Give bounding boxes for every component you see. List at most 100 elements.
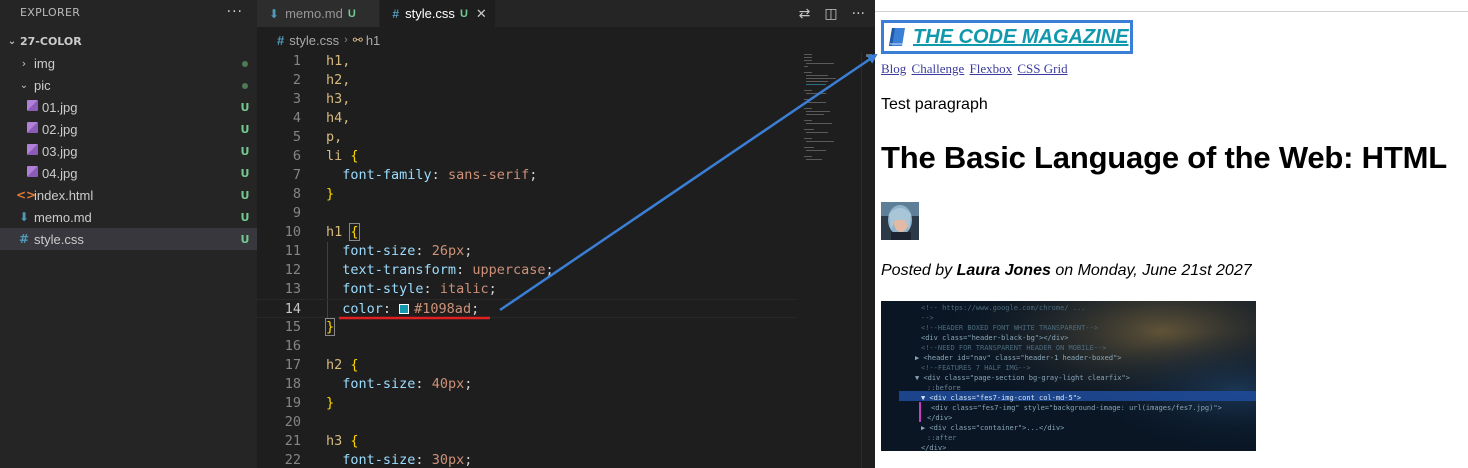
line-number: 4 (292, 110, 301, 126)
tree-item-01-jpg[interactable]: 01.jpg U (0, 96, 257, 118)
explorer-title: EXPLORER (20, 5, 81, 19)
nav-link-css-grid[interactable]: CSS Grid (1017, 61, 1067, 76)
tree-item-style-css[interactable]: # style.css U (0, 228, 257, 250)
markdown-icon: ⬇ (269, 6, 280, 21)
tree-item-index-html[interactable]: <> index.html U (0, 184, 257, 206)
more-actions-icon[interactable]: ··· (852, 6, 865, 22)
code-line: 9 (257, 204, 797, 223)
chevron-down-icon: ⌄ (19, 79, 29, 91)
tree-item-memo-md[interactable]: ⬇ memo.md U (0, 206, 257, 228)
selector: li (326, 148, 343, 164)
line-number: 8 (292, 186, 301, 202)
post-title: The Basic Language of the Web: HTML (881, 140, 1447, 175)
chevron-down-icon: ⌄ (7, 35, 17, 47)
tab-memo-md[interactable]: ⬇ memo.md U × (257, 0, 381, 27)
untracked-badge: U (240, 100, 250, 114)
selector: h1 (326, 224, 343, 240)
code-line: 1 h1, (257, 52, 797, 71)
code-line: 11 font-size: 26px; (257, 242, 797, 261)
posted-prefix: Posted by (881, 262, 957, 279)
code-area[interactable]: 1 h1, 2 h2, 3 h3, 4 h4, 5 p, 6 li { 7 font-fam… (257, 52, 797, 468)
nav-links: Blog Challenge Flexbox CSS Grid (881, 61, 1070, 77)
nav-link-challenge[interactable]: Challenge (912, 61, 965, 76)
scroll-position-marker (866, 54, 872, 57)
property: text-transform (342, 262, 457, 278)
test-paragraph: Test paragraph (881, 96, 988, 113)
post-date: on Monday, June 21st 2027 (1050, 262, 1252, 279)
untracked-badge: U (347, 7, 356, 20)
nav-link-flexbox[interactable]: Flexbox (970, 61, 1013, 76)
tab-style-css[interactable]: # style.css U ✕ (380, 0, 496, 27)
code-line: 17 h2 { (257, 356, 797, 375)
line-number: 7 (292, 167, 301, 183)
tree-item-03-jpg[interactable]: 03.jpg U (0, 140, 257, 162)
divider (875, 11, 1468, 12)
untracked-badge: U (240, 166, 250, 180)
code-line: 19} (257, 394, 797, 413)
breadcrumb-file[interactable]: style.css (289, 33, 339, 48)
book-icon (889, 28, 905, 46)
workspace-folder[interactable]: ⌄ 27-COLOR (0, 30, 257, 52)
chevron-right-icon: › (21, 56, 27, 70)
logo-highlight-box: The Code Magazine (881, 20, 1133, 54)
symbol-class-icon: ⚯ (352, 33, 363, 47)
tree-item-label: 01.jpg (42, 99, 78, 115)
editor-tab-bar: ⬇ memo.md U × # style.css U ✕ (257, 0, 875, 27)
line-number: 14 (284, 301, 301, 317)
close-brace: } (324, 318, 336, 336)
post-image: <!-- https://www.google.com/chrome/ ... … (881, 301, 1256, 451)
line-number: 13 (284, 281, 301, 297)
split-editor-icon[interactable]: ◫ (824, 6, 837, 22)
browser-preview: The Code Magazine Blog Challenge Flexbox… (875, 0, 1468, 468)
author-name: Laura Jones (956, 262, 1051, 279)
code-line: 18 font-size: 40px; (257, 375, 797, 394)
chevron-right-icon: › (344, 34, 348, 46)
line-number: 11 (284, 243, 301, 259)
code-line: 10 h1 { (257, 223, 797, 242)
tab-label: style.css (405, 6, 455, 21)
line-number: 5 (292, 129, 301, 145)
line-number: 20 (284, 414, 301, 430)
explorer-header: EXPLORER ··· (0, 0, 257, 24)
page-logo-title[interactable]: The Code Magazine (913, 26, 1129, 49)
untracked-badge: U (240, 122, 250, 136)
tree-item-02-jpg[interactable]: 02.jpg U (0, 118, 257, 140)
tree-item-label: memo.md (34, 209, 92, 225)
tree-item-04-jpg[interactable]: 04.jpg U (0, 162, 257, 184)
close-icon[interactable]: ✕ (476, 6, 487, 22)
tree-item-label: pic (34, 77, 51, 93)
code-line: 22 font-size: 30px; (257, 451, 797, 468)
value: 30px (431, 452, 465, 468)
editor-scrollbar[interactable] (861, 52, 875, 468)
more-actions-icon[interactable]: ··· (227, 5, 243, 19)
property: font-style (342, 281, 424, 297)
code-line: 8} (257, 185, 797, 204)
image-file-icon (24, 100, 40, 114)
untracked-badge: U (240, 232, 250, 246)
line-number: 10 (284, 224, 301, 240)
code-line: 20 (257, 413, 797, 432)
css-file-icon: # (18, 232, 30, 246)
minimap[interactable] (802, 52, 862, 172)
editor-actions: ⇄ ◫ ··· (799, 0, 865, 27)
selector: h3, (326, 91, 351, 107)
line-number: 15 (284, 319, 301, 335)
tree-item-pic[interactable]: ⌄ pic (0, 74, 257, 96)
open-brace: { (350, 433, 359, 449)
color-swatch[interactable] (399, 304, 410, 314)
value: uppercase (472, 262, 546, 278)
image-file-icon (24, 144, 40, 158)
modified-dot-icon (233, 79, 257, 92)
code-line-current: 14 color: #1098ad; (257, 299, 797, 319)
tree-item-img[interactable]: › img (0, 52, 257, 74)
nav-link-blog[interactable]: Blog (881, 61, 906, 76)
value: sans-serif (447, 167, 530, 183)
breadcrumb-symbol[interactable]: h1 (366, 33, 380, 48)
compare-changes-icon[interactable]: ⇄ (799, 6, 811, 22)
value: italic (439, 281, 489, 297)
tree-item-label: 02.jpg (42, 121, 78, 137)
line-number: 6 (292, 148, 301, 164)
property: font-size (342, 376, 416, 392)
code-editor: ⬇ memo.md U × # style.css U ✕ ⇄ ◫ ··· # … (257, 0, 875, 468)
untracked-badge: U (240, 188, 250, 202)
